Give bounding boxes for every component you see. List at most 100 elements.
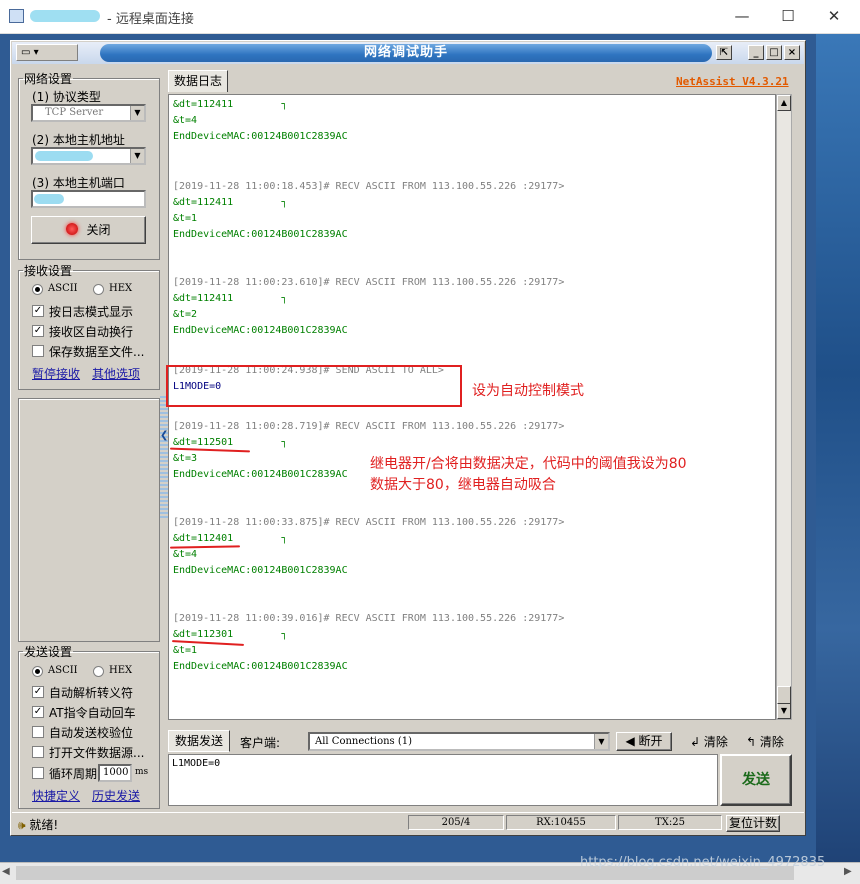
- file-source-label: 打开文件数据源...: [49, 746, 145, 760]
- outer-close-button[interactable]: ✕: [818, 5, 850, 29]
- chevron-down-icon[interactable]: ▼: [130, 106, 144, 120]
- close-connection-label: 关闭: [86, 223, 111, 237]
- outer-minimize-button[interactable]: —: [726, 5, 758, 29]
- panel-splitter[interactable]: [160, 396, 168, 520]
- receive-hex-label: HEX: [109, 283, 133, 294]
- send-input[interactable]: L1MODE=0: [168, 754, 718, 806]
- escape-parse-checkbox[interactable]: ✓: [32, 686, 44, 698]
- status-rx: RX:10455: [506, 815, 616, 830]
- outer-maximize-button[interactable]: ☐: [772, 5, 804, 29]
- scroll-right-icon[interactable]: ▶: [844, 866, 852, 877]
- log-data-line: EndDeviceMAC:00124B001C2839AC: [173, 229, 348, 240]
- port-label: (3) 本地主机端口: [32, 176, 125, 190]
- tab-data-log[interactable]: 数据日志: [168, 70, 228, 92]
- redacted-hostname: [30, 10, 100, 22]
- app-close-button[interactable]: ×: [784, 45, 800, 60]
- send-settings-legend: 发送设置: [24, 645, 73, 659]
- protocol-label: (1) 协议类型: [32, 90, 101, 104]
- app-title: 网络调试助手: [100, 44, 712, 62]
- annotation-box: [166, 365, 462, 407]
- protocol-select[interactable]: TCP Server ▼: [31, 104, 146, 122]
- connection-select[interactable]: All Connections (1) ▼: [308, 732, 610, 751]
- log-scrollbar[interactable]: ▲ ▼: [776, 94, 792, 720]
- redacted-port: [34, 194, 64, 204]
- scroll-up-icon[interactable]: ▲: [777, 95, 791, 111]
- red-light-icon: [66, 223, 79, 235]
- receive-hex-radio[interactable]: [93, 284, 104, 295]
- log-data-line: &t=4: [173, 549, 198, 560]
- speaker-icon: 🕪: [18, 818, 26, 832]
- annotation-relay-note: 继电器开/合将由数据决定，代码中的阈值我设为80 数据大于80，继电器自动吸合: [370, 456, 687, 493]
- remote-desktop-title: - 远程桌面连接: [107, 12, 194, 27]
- host-select[interactable]: ▼: [31, 147, 146, 165]
- loop-period-input[interactable]: 1000: [98, 764, 132, 782]
- app-maximize-button[interactable]: □: [766, 45, 782, 60]
- log-scroll-thumb[interactable]: [777, 686, 791, 704]
- arrow-left-icon: ◀: [625, 734, 635, 748]
- send-hex-label: HEX: [109, 665, 133, 676]
- log-entry: [2019-11-28 11:00:23.610]# RECV ASCII FR…: [173, 275, 564, 339]
- other-options-link[interactable]: 其他选项: [92, 365, 140, 382]
- send-ascii-radio[interactable]: [32, 666, 43, 677]
- status-ready: 🕪 就绪!: [18, 816, 58, 833]
- receive-ascii-radio[interactable]: [32, 284, 43, 295]
- protocol-value: TCP Server: [45, 107, 104, 118]
- log-data-line: EndDeviceMAC:00124B001C2839AC: [173, 661, 348, 672]
- chevron-down-icon[interactable]: ▼: [594, 734, 608, 749]
- log-header-line: [2019-11-28 11:00:18.453]# RECV ASCII FR…: [173, 181, 565, 192]
- receive-ascii-label: ASCII: [48, 283, 78, 294]
- close-connection-button[interactable]: 关闭: [31, 216, 146, 244]
- quick-define-link[interactable]: 快捷定义: [32, 787, 80, 804]
- app-minimize-button[interactable]: _: [748, 45, 764, 60]
- clear-arrow-icon: ↰: [746, 735, 757, 749]
- save-to-file-checkbox[interactable]: [32, 345, 44, 357]
- version-link[interactable]: NetAssist V4.3.21: [676, 75, 789, 88]
- log-header-line: [2019-11-28 11:00:39.016]# RECV ASCII FR…: [173, 613, 565, 624]
- clear-send-button[interactable]: ↲ 清除: [690, 733, 728, 750]
- clear-log-button[interactable]: ↰ 清除: [746, 733, 784, 750]
- chevron-down-icon: ▾: [33, 47, 39, 58]
- reset-count-button[interactable]: 复位计数: [726, 815, 780, 832]
- data-log-area[interactable]: &dt=112411 ┐ &t=4 EndDeviceMAC:00124B001C2…: [168, 94, 776, 720]
- system-menu-button[interactable]: ▭ ▾: [16, 44, 78, 61]
- disconnect-button[interactable]: ◀ 断开: [616, 732, 672, 751]
- connection-value: All Connections (1): [315, 736, 413, 747]
- desktop-background: [816, 34, 860, 884]
- redacted-host-address: [35, 151, 93, 161]
- clear-arrow-icon: ↲: [690, 735, 701, 749]
- log-data-line: EndDeviceMAC:00124B001C2839AC: [173, 131, 348, 142]
- host-label: (2) 本地主机地址: [32, 133, 125, 147]
- log-data-line: &dt=112501 ┐: [173, 437, 288, 448]
- auto-checksum-checkbox[interactable]: [32, 726, 44, 738]
- at-auto-enter-checkbox[interactable]: ✓: [32, 706, 44, 718]
- send-ascii-label: ASCII: [48, 665, 78, 676]
- file-source-checkbox[interactable]: [32, 746, 44, 758]
- scroll-left-icon[interactable]: ◀: [2, 866, 10, 877]
- log-mode-checkbox[interactable]: ✓: [32, 305, 44, 317]
- log-data-line: &t=4: [173, 115, 198, 126]
- receive-settings-legend: 接收设置: [24, 264, 73, 278]
- log-mode-label: 按日志模式显示: [49, 305, 134, 319]
- disconnect-label: 断开: [638, 734, 663, 748]
- send-history-link[interactable]: 历史发送: [92, 787, 140, 804]
- pause-receive-link[interactable]: 暂停接收: [32, 365, 80, 382]
- at-auto-enter-label: AT指令自动回车: [49, 706, 136, 720]
- tab-data-send[interactable]: 数据发送: [168, 730, 230, 752]
- log-header-line: [2019-11-28 11:00:28.719]# RECV ASCII FR…: [173, 421, 565, 432]
- auto-wrap-checkbox[interactable]: ✓: [32, 325, 44, 337]
- send-button[interactable]: 发送: [720, 754, 792, 806]
- pin-button[interactable]: ⇱: [716, 45, 732, 60]
- auto-wrap-label: 接收区自动换行: [49, 325, 134, 339]
- loop-period-checkbox[interactable]: [32, 767, 44, 779]
- watermark: https://blog.csdn.net/weixin_4972835: [580, 855, 826, 870]
- log-header-line: [2019-11-28 11:00:23.610]# RECV ASCII FR…: [173, 277, 565, 288]
- send-hex-radio[interactable]: [93, 666, 104, 677]
- port-input[interactable]: [31, 190, 146, 208]
- scroll-down-icon[interactable]: ▼: [777, 703, 791, 719]
- log-data-line: EndDeviceMAC:00124B001C2839AC: [173, 325, 348, 336]
- chevron-down-icon[interactable]: ▼: [130, 149, 144, 163]
- clear-log-label: 清除: [759, 735, 784, 749]
- log-data-line: &dt=112411 ┐: [173, 197, 288, 208]
- client-label: 客户端:: [240, 736, 281, 750]
- auto-checksum-label: 自动发送校验位: [49, 726, 134, 740]
